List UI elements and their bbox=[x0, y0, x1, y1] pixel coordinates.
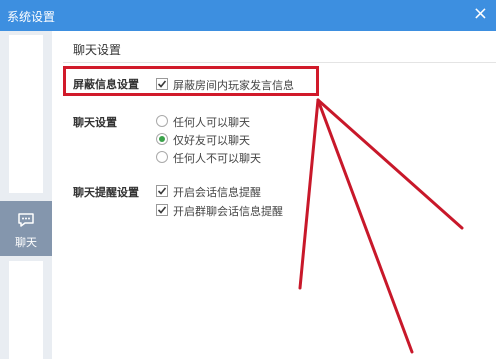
annotation-arrows bbox=[298, 98, 464, 354]
